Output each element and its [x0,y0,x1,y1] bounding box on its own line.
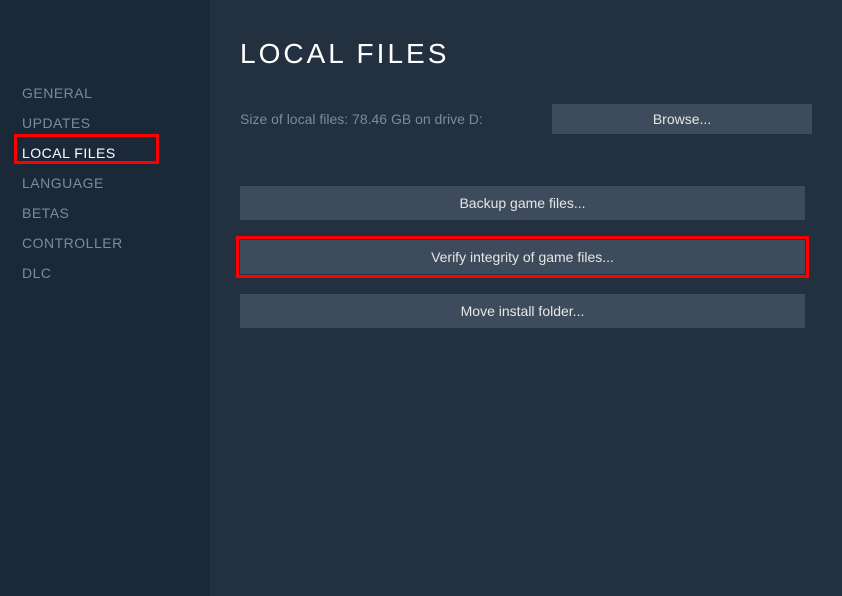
sidebar-item-label: Controller [22,235,123,251]
sidebar-item-updates[interactable]: Updates [0,108,210,138]
sidebar-item-dlc[interactable]: DLC [0,258,210,288]
sidebar-item-betas[interactable]: Betas [0,198,210,228]
sidebar-item-language[interactable]: Language [0,168,210,198]
sidebar-item-controller[interactable]: Controller [0,228,210,258]
page-title: Local Files [240,38,812,70]
browse-button[interactable]: Browse... [552,104,812,134]
sidebar-item-label: Local Files [22,145,116,161]
verify-button-wrap: Verify integrity of game files... [240,240,805,274]
sidebar: General Updates Local Files Language Bet… [0,0,210,596]
sidebar-item-general[interactable]: General [0,78,210,108]
sidebar-item-label: Language [22,175,104,191]
sidebar-item-label: Betas [22,205,69,221]
move-install-folder-button[interactable]: Move install folder... [240,294,805,328]
verify-integrity-button[interactable]: Verify integrity of game files... [240,240,805,274]
local-size-text: Size of local files: 78.46 GB on drive D… [240,111,483,127]
sidebar-item-local-files[interactable]: Local Files [0,138,210,168]
local-size-row: Size of local files: 78.46 GB on drive D… [240,104,812,134]
sidebar-item-label: General [22,85,92,101]
backup-game-files-button[interactable]: Backup game files... [240,186,805,220]
sidebar-item-label: Updates [22,115,91,131]
main-panel: Local Files Size of local files: 78.46 G… [210,0,842,596]
sidebar-item-label: DLC [22,265,52,281]
